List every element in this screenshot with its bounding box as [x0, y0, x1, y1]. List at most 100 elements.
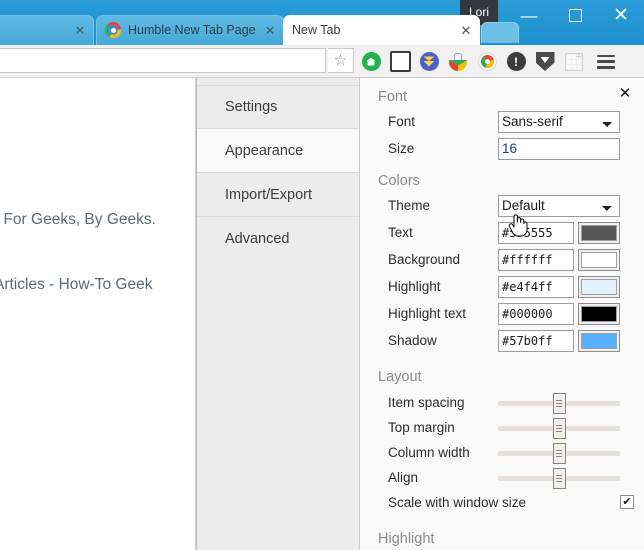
field-scale-with-window-size: Scale with window size ✔	[360, 490, 644, 514]
field-font-control: Sans-serif	[498, 111, 620, 133]
text-color-swatch-fill	[581, 225, 617, 241]
field-shadow-color-control	[498, 330, 620, 352]
align-slider-thumb[interactable]	[553, 468, 566, 489]
tab-humble-new-tab-page[interactable]: Humble New Tab Page ✕	[96, 15, 284, 45]
address-bar-input[interactable]	[0, 48, 326, 73]
tab-1-close-icon[interactable]: ✕	[262, 22, 278, 38]
field-size-label: Size	[388, 141, 498, 156]
field-highlight-text-color: Highlight text	[360, 302, 644, 325]
field-shadow-color-label: Shadow	[388, 333, 498, 348]
settings-nav: Settings Appearance Import/Export Advanc…	[197, 78, 360, 550]
column-width-slider[interactable]	[498, 443, 620, 463]
tab-1-title: Humble New Tab Page	[128, 23, 258, 37]
sidebar-item-import-export[interactable]: Import/Export	[197, 173, 359, 217]
section-heading-font: Font	[360, 84, 644, 110]
field-size: Size	[360, 137, 644, 160]
field-size-control	[498, 138, 620, 160]
highlight-text-color-input[interactable]	[498, 303, 574, 325]
page-body: - For Geeks, By Geeks. Articles - How-To…	[0, 78, 644, 550]
chrome-paint-icon[interactable]	[447, 51, 469, 73]
highlight-text-color-swatch-fill	[581, 306, 617, 322]
sidebar-item-settings[interactable]: Settings	[197, 85, 359, 129]
background-color-swatch[interactable]	[578, 249, 620, 271]
info-icon[interactable]: !	[505, 51, 527, 73]
settings-panel: Settings Appearance Import/Export Advanc…	[196, 78, 644, 550]
field-font-label: Font	[388, 114, 498, 129]
item-spacing-slider-thumb[interactable]	[553, 393, 566, 414]
text-color-input[interactable]	[498, 222, 574, 244]
column-width-slider-thumb[interactable]	[553, 443, 566, 464]
sidebar-item-import-export-label: Import/Export	[225, 187, 312, 203]
field-column-width: Column width	[360, 440, 644, 465]
section-heading-layout: Layout	[360, 364, 644, 390]
sidebar-item-appearance[interactable]: Appearance	[197, 129, 359, 173]
highlight-color-swatch-fill	[581, 279, 617, 295]
field-top-margin-label: Top margin	[388, 420, 498, 435]
tab-1-inner: Humble New Tab Page ✕	[96, 15, 284, 45]
field-theme-label: Theme	[388, 198, 498, 213]
field-theme-control: Default	[498, 195, 620, 217]
settings-content: ✕ Font Font Sans-serif Size	[360, 78, 644, 550]
adblock-icon[interactable]	[360, 51, 382, 73]
page-text-line-1: - For Geeks, By Geeks.	[0, 211, 156, 229]
sidebar-item-advanced-label: Advanced	[225, 231, 290, 247]
hamburger-menu-icon[interactable]	[595, 51, 617, 73]
grid-icon[interactable]	[563, 51, 585, 73]
extension-icons: !	[360, 45, 617, 78]
tab-2-title: New Tab	[292, 23, 454, 37]
field-font: Font Sans-serif	[360, 110, 644, 133]
close-icon[interactable]: ✕	[616, 84, 634, 102]
square-icon[interactable]	[389, 51, 411, 73]
chrome-icon	[105, 22, 121, 38]
highlight-text-color-swatch[interactable]	[578, 303, 620, 325]
highlight-color-input[interactable]	[498, 276, 574, 298]
field-highlight-text-color-control	[498, 303, 620, 325]
background-color-input[interactable]	[498, 249, 574, 271]
scale-with-window-size-checkbox[interactable]: ✔	[620, 495, 634, 509]
field-background-color: Background	[360, 248, 644, 271]
field-theme: Theme Default	[360, 194, 644, 217]
theme-select[interactable]: Default	[498, 195, 620, 217]
bookmark-star-button[interactable]: ☆	[328, 48, 354, 73]
top-margin-slider-thumb[interactable]	[553, 418, 566, 439]
pocket-icon[interactable]	[534, 51, 556, 73]
field-background-color-label: Background	[388, 252, 498, 267]
align-slider[interactable]	[498, 468, 620, 488]
field-text-color-label: Text	[388, 225, 498, 240]
title-bar: Lori — ✕ ✕ Humble New Tab Page ✕	[0, 0, 644, 45]
item-spacing-slider[interactable]	[498, 393, 620, 413]
tab-new-tab[interactable]: New Tab ✕	[283, 15, 480, 45]
browser-toolbar: ☆ !	[0, 45, 644, 78]
field-align-label: Align	[388, 470, 498, 485]
section-heading-colors: Colors	[360, 168, 644, 194]
field-text-color-control	[498, 222, 620, 244]
highlight-color-swatch[interactable]	[578, 276, 620, 298]
tab-2-close-icon[interactable]: ✕	[458, 22, 474, 38]
font-family-select[interactable]: Sans-serif	[498, 111, 620, 133]
tab-0-inner: ✕	[0, 15, 94, 45]
shadow-color-swatch[interactable]	[578, 330, 620, 352]
blue-badge-icon[interactable]	[418, 51, 440, 73]
section-heading-highlight: Highlight	[360, 526, 644, 550]
tab-2-inner: New Tab ✕	[283, 15, 480, 45]
field-top-margin: Top margin	[360, 415, 644, 440]
page-left-content: - For Geeks, By Geeks. Articles - How-To…	[0, 78, 196, 550]
star-icon: ☆	[334, 53, 347, 68]
tab-0[interactable]: ✕	[0, 15, 94, 45]
chrome-circle-icon[interactable]	[476, 51, 498, 73]
text-color-swatch[interactable]	[578, 222, 620, 244]
new-tab-button[interactable]	[481, 22, 519, 43]
field-column-width-label: Column width	[388, 445, 498, 460]
tab-0-close-icon[interactable]: ✕	[72, 22, 88, 38]
background-color-swatch-fill	[581, 252, 617, 268]
font-size-input[interactable]	[498, 138, 620, 160]
sidebar-item-advanced[interactable]: Advanced	[197, 217, 359, 261]
shadow-color-input[interactable]	[498, 330, 574, 352]
field-highlight-color-control	[498, 276, 620, 298]
top-margin-slider[interactable]	[498, 418, 620, 438]
sidebar-item-settings-label: Settings	[225, 99, 277, 115]
field-shadow-color: Shadow	[360, 329, 644, 352]
field-highlight-color: Highlight	[360, 275, 644, 298]
field-align: Align	[360, 465, 644, 490]
page-text-line-2: Articles - How-To Geek	[0, 276, 152, 294]
